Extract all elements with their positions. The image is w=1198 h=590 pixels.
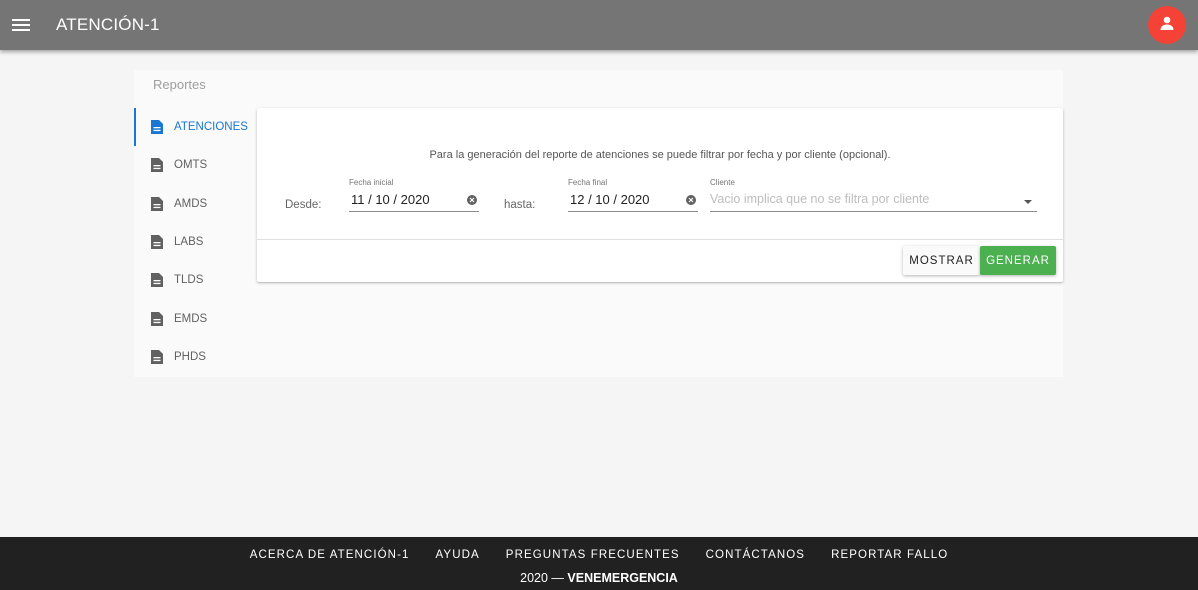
nav-item-label: PHDS (174, 350, 206, 363)
footer-links: ACERCA DE ATENCIÓN-1 AYUDA PREGUNTAS FRE… (0, 549, 1198, 561)
document-icon (150, 196, 164, 212)
fecha-inicial-field[interactable]: Fecha inicial 11 / 10 / 2020 (349, 178, 479, 212)
nav-item-labs[interactable]: LABS (134, 223, 257, 261)
footer: ACERCA DE ATENCIÓN-1 AYUDA PREGUNTAS FRE… (0, 537, 1198, 590)
fecha-final-caption: Fecha final (568, 178, 608, 187)
nav-item-emds[interactable]: EMDS (134, 299, 257, 337)
footer-link-acerca[interactable]: ACERCA DE ATENCIÓN-1 (250, 549, 410, 561)
clear-icon[interactable] (686, 195, 696, 205)
document-icon (150, 272, 164, 288)
app-bar: ATENCIÓN-1 (0, 0, 1198, 50)
cliente-caption: Cliente (710, 178, 735, 187)
nav-item-label: ATENCIONES (174, 121, 248, 134)
desde-label: Desde: (285, 199, 322, 211)
nav-item-amds[interactable]: AMDS (134, 185, 257, 223)
nav-item-label: TLDS (174, 274, 204, 287)
fecha-inicial-caption: Fecha inicial (349, 178, 394, 187)
document-icon (150, 311, 164, 327)
footer-link-reportar[interactable]: REPORTAR FALLO (831, 549, 948, 561)
fecha-inicial-value[interactable]: 11 / 10 / 2020 (351, 192, 430, 207)
nav-item-label: OMTS (174, 159, 208, 172)
hasta-label: hasta: (504, 199, 536, 211)
form-description: Para la generación del reporte de atenci… (429, 149, 891, 161)
chevron-down-icon[interactable] (1024, 200, 1032, 204)
nav-item-phds[interactable]: PHDS (134, 338, 257, 376)
document-icon (150, 119, 164, 135)
footer-link-contactanos[interactable]: CONTÁCTANOS (706, 549, 805, 561)
user-avatar-button[interactable] (1148, 6, 1186, 44)
report-nav: ATENCIONES OMTS AMDS LABS TLDS EMDS PHDS (134, 108, 257, 376)
menu-icon[interactable] (1, 5, 41, 45)
fecha-final-field[interactable]: Fecha final 12 / 10 / 2020 (568, 178, 698, 212)
copyright-name: VENEMERGENCIA (567, 571, 678, 585)
cliente-placeholder: Vacio implica que no se filtra por clien… (710, 192, 930, 206)
document-icon (150, 234, 164, 250)
account-icon (1159, 15, 1175, 36)
footer-copyright: 2020 — VENEMERGENCIA (0, 571, 1198, 585)
nav-item-omts[interactable]: OMTS (134, 146, 257, 184)
nav-item-atenciones[interactable]: ATENCIONES (134, 108, 257, 147)
generar-button[interactable]: GENERAR (980, 246, 1056, 275)
nav-item-label: AMDS (174, 197, 208, 210)
copyright-year: 2020 — (520, 571, 564, 585)
reports-panel: Reportes ATENCIONES OMTS AMDS LABS TLDS … (134, 70, 1063, 377)
nav-item-label: LABS (174, 236, 204, 249)
cliente-select[interactable]: Cliente Vacio implica que no se filtra p… (710, 178, 1037, 212)
card-divider (257, 239, 1063, 240)
section-label: Reportes (153, 77, 206, 92)
footer-link-preguntas[interactable]: PREGUNTAS FRECUENTES (506, 549, 680, 561)
nav-item-tlds[interactable]: TLDS (134, 261, 257, 299)
footer-link-ayuda[interactable]: AYUDA (436, 549, 480, 561)
mostrar-button[interactable]: MOSTRAR (903, 246, 980, 275)
fecha-final-value[interactable]: 12 / 10 / 2020 (570, 192, 650, 207)
report-filter-card: Para la generación del reporte de atenci… (257, 108, 1063, 282)
nav-item-label: EMDS (174, 312, 208, 325)
clear-icon[interactable] (467, 195, 477, 205)
app-title: ATENCIÓN-1 (56, 15, 160, 34)
document-icon (150, 349, 164, 365)
document-icon (150, 157, 164, 173)
